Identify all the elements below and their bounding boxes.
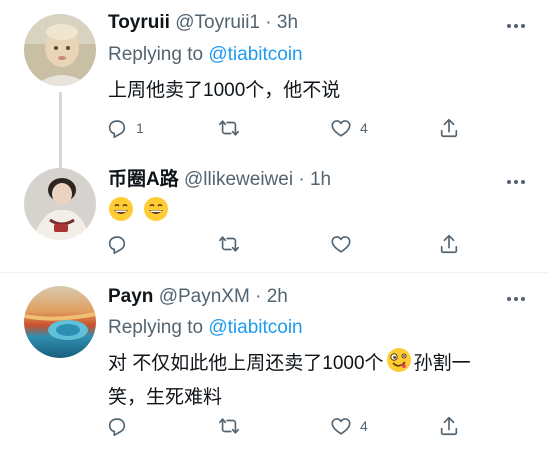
author-handle[interactable]: @Toyruii1	[175, 12, 260, 33]
reply-count: 1	[136, 120, 144, 136]
author-handle[interactable]: @llikeweiwei	[184, 169, 293, 190]
tweet-text-line-1: 对 不仅如此他上周还卖了1000个 孙割一	[108, 347, 528, 383]
more-options-icon[interactable]	[504, 14, 528, 38]
author-handle[interactable]: @PaynXM	[159, 286, 250, 307]
avatar-toyruii[interactable]	[24, 14, 96, 86]
replying-to-handle[interactable]: @tiabitcoin	[208, 44, 302, 65]
tweet-actions: 1 4	[106, 116, 466, 140]
replying-to-handle[interactable]: @tiabitcoin	[208, 317, 302, 338]
reply-icon	[108, 418, 126, 436]
like-count: 4	[360, 120, 368, 136]
tweet-header: 币圈A路 @llikeweiwei · 1h	[108, 168, 331, 192]
author-name[interactable]: 币圈A路	[108, 169, 179, 190]
retweet-button[interactable]	[218, 414, 248, 438]
heart-icon	[331, 418, 351, 435]
retweet-icon	[219, 236, 239, 252]
tweet-2[interactable]: 币圈A路 @llikeweiwei · 1h	[0, 148, 548, 272]
reply-icon	[108, 120, 126, 138]
more-options-icon[interactable]	[504, 287, 528, 311]
heart-icon	[331, 236, 351, 253]
avatar-payn[interactable]	[24, 286, 96, 358]
thread-line-top	[59, 148, 62, 168]
retweet-icon	[219, 418, 239, 434]
avatar-biquan[interactable]	[24, 168, 96, 240]
grinning-emoji-icon	[108, 196, 134, 232]
tweet-actions: 4	[106, 414, 466, 438]
replying-to-label: Replying to	[108, 317, 204, 338]
replying-to: Replying to @tiabitcoin	[108, 317, 303, 339]
author-name[interactable]: Toyruii	[108, 12, 170, 33]
tweet-text: 上周他卖了1000个，他不说	[108, 80, 341, 101]
heart-icon	[331, 120, 351, 137]
retweet-icon	[219, 120, 239, 136]
retweet-button[interactable]	[218, 232, 248, 256]
separator: ·	[255, 286, 262, 307]
tweet-header: Toyruii @Toyruii1 · 3h	[108, 11, 298, 35]
reply-icon	[108, 236, 126, 254]
tweet-header: Payn @PaynXM · 2h	[108, 285, 288, 309]
tweet-text-part-2: 孙割一	[413, 353, 471, 374]
share-icon	[440, 234, 458, 254]
reply-button[interactable]	[106, 232, 136, 256]
share-button[interactable]	[438, 414, 460, 438]
separator: ·	[298, 169, 305, 190]
like-button[interactable]: 4	[330, 116, 368, 140]
tweet-3[interactable]: Payn @PaynXM · 2h Replying to @tiabitcoi…	[0, 273, 548, 464]
tweet-text	[108, 196, 528, 226]
tweet-text-part-1: 对 不仅如此他上周还卖了1000个	[108, 353, 384, 374]
share-button[interactable]	[438, 232, 460, 256]
grinning-emoji-icon	[143, 196, 169, 232]
like-button[interactable]: 4	[330, 414, 368, 438]
tweet-text: 对 不仅如此他上周还卖了1000个 孙割一 笑，生死难料	[108, 347, 528, 413]
tweet-1[interactable]: Toyruii @Toyruii1 · 3h Replying to @tiab…	[0, 0, 548, 162]
share-button[interactable]	[438, 116, 460, 140]
share-icon	[440, 118, 458, 138]
replying-to-label: Replying to	[108, 44, 204, 65]
like-button[interactable]	[330, 232, 360, 256]
reply-button[interactable]: 1	[106, 116, 144, 140]
author-name[interactable]: Payn	[108, 286, 153, 307]
zany-face-emoji-icon	[386, 347, 412, 383]
timestamp[interactable]: 1h	[310, 169, 331, 190]
tweet-actions	[106, 232, 466, 256]
more-options-icon[interactable]	[504, 170, 528, 194]
timestamp[interactable]: 3h	[277, 12, 298, 33]
replying-to: Replying to @tiabitcoin	[108, 44, 303, 66]
like-count: 4	[360, 418, 368, 434]
tweet-text-line-2: 笑，生死难料	[108, 387, 223, 408]
separator: ·	[265, 12, 272, 33]
reply-button[interactable]	[106, 414, 136, 438]
share-icon	[440, 416, 458, 436]
timestamp[interactable]: 2h	[267, 286, 288, 307]
retweet-button[interactable]	[218, 116, 248, 140]
